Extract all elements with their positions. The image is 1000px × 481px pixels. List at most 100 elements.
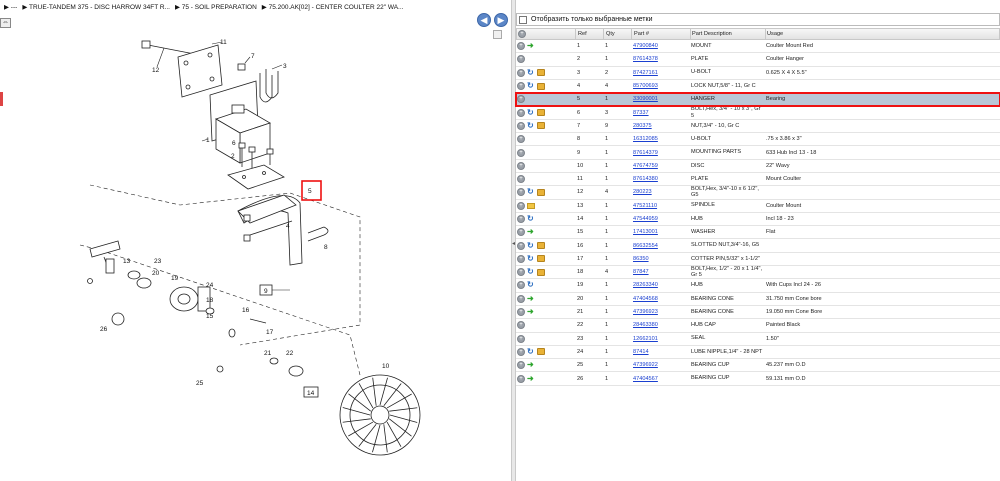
part-number-link-text[interactable]: 87414	[633, 349, 649, 355]
part-number-link[interactable]: 17413001	[633, 226, 691, 238]
part-number-link-text[interactable]: 87337	[633, 110, 649, 116]
replacement-arrow-icon[interactable]: ➜	[527, 308, 536, 316]
table-row[interactable]: + ↻ 12 4 280223 BOLT,Hex, 3/4"-10 x 6 1/2", G…	[516, 186, 1000, 200]
part-number-link[interactable]: 87614379	[633, 146, 691, 158]
part-number-link[interactable]: 33090001	[633, 93, 691, 105]
part-number-link-text[interactable]: 87614380	[633, 176, 658, 182]
part-number-link[interactable]: 47521110	[633, 200, 691, 212]
part-number-link-text[interactable]: 280223	[633, 189, 652, 195]
add-to-cart-icon[interactable]: +	[517, 188, 525, 197]
part-number-link-text[interactable]: 87614378	[633, 56, 658, 62]
callout-8[interactable]: 8	[324, 244, 328, 251]
callout-13[interactable]: 13	[123, 258, 131, 265]
part-number-link[interactable]: 85700693	[633, 80, 691, 92]
replacement-arrow-icon[interactable]: ➜	[527, 294, 536, 303]
callout-12[interactable]: 12	[152, 67, 160, 74]
add-to-cart-icon[interactable]: +	[517, 228, 525, 237]
replacement-arrow-icon[interactable]: ➜	[527, 228, 536, 236]
add-to-cart-icon[interactable]: +	[517, 334, 525, 343]
table-row[interactable]: + ↻ 18 4 87847 BOLT,Hex, 1/2" - 20 x 1 1/4", …	[516, 266, 1000, 280]
part-number-link[interactable]: 47404568	[633, 293, 691, 305]
part-number-link[interactable]: 87427161	[633, 67, 691, 79]
part-number-link[interactable]: 87614380	[633, 173, 691, 185]
package-icon[interactable]	[537, 242, 545, 250]
col-qty[interactable]: Qty	[606, 29, 628, 39]
add-to-cart-icon[interactable]: +	[517, 175, 525, 184]
add-to-cart-icon[interactable]: +	[517, 121, 525, 130]
part-number-link[interactable]: 47674759	[633, 160, 691, 172]
callout-21[interactable]: 21	[264, 350, 272, 357]
table-row[interactable]: +8 1 16312085 U-BOLT .75 x 3.86 x 3"	[516, 133, 1000, 147]
part-number-link[interactable]: 87414	[633, 346, 691, 358]
breadcrumb-item[interactable]: ▶ 75 - SOIL PREPARATION	[175, 3, 257, 11]
part-number-link[interactable]: 47544959	[633, 213, 691, 225]
replacement-arrow-icon[interactable]: ➜	[527, 42, 536, 50]
breadcrumb-item[interactable]: ▶ TRUE-TANDEM 375 - DISC HARROW 34FT R..…	[22, 3, 170, 11]
replacement-arrow-icon[interactable]: ➜	[527, 374, 536, 383]
table-row[interactable]: + ➜ 21 1 47396923 BEARING CONE 19.050 mm Cone …	[516, 306, 1000, 320]
part-number-link-text[interactable]: 17413001	[633, 229, 658, 235]
package-icon[interactable]	[537, 109, 545, 117]
add-to-cart-icon[interactable]: +	[517, 308, 525, 317]
add-to-cart-icon[interactable]: +	[517, 108, 525, 117]
table-row[interactable]: + ➜ 26 1 47404567 BEARING CUP 59.131 mm O.D	[516, 372, 1000, 386]
package-icon[interactable]	[537, 122, 545, 130]
part-number-link[interactable]: 28463380	[633, 319, 691, 331]
callout-16[interactable]: 16	[242, 307, 250, 314]
show-selected-checkbox[interactable]	[519, 15, 527, 24]
add-to-cart-icon[interactable]: +	[517, 215, 525, 223]
add-to-cart-icon[interactable]: +	[517, 68, 525, 77]
breadcrumb-item[interactable]: ▶ ---	[4, 3, 17, 11]
part-number-link-text[interactable]: 47544959	[633, 216, 658, 222]
part-number-link[interactable]: 28263340	[633, 279, 691, 291]
callout-14[interactable]: 14	[307, 390, 315, 397]
callout-10[interactable]: 10	[382, 363, 390, 370]
table-row[interactable]: +5 1 33090001 HANGER Bearing	[515, 92, 1000, 108]
diagram-corner-button[interactable]	[493, 30, 502, 39]
table-row[interactable]: +13 1 47521110 SPINDLE Coulter Mount	[516, 200, 1000, 213]
table-row[interactable]: + ➜ 20 1 47404568 BEARING CONE 31.750 mm Cone …	[516, 293, 1000, 306]
callout-6[interactable]: 6	[232, 140, 236, 147]
part-number-link[interactable]: 47396923	[633, 306, 691, 318]
add-to-cart-icon[interactable]: +	[517, 82, 525, 91]
callout-1[interactable]: 1	[206, 137, 210, 144]
add-to-cart-icon[interactable]: +	[517, 294, 525, 303]
part-number-link-text[interactable]: 47674759	[633, 163, 658, 169]
part-number-link[interactable]: 12662101	[633, 333, 691, 345]
part-number-link-text[interactable]: 47396922	[633, 362, 658, 368]
swap-icon[interactable]: ↻	[527, 215, 535, 223]
callout-11[interactable]: 11	[220, 39, 227, 46]
table-row[interactable]: + ↻ 24 1 87414 LUBE NIPPLE,1/4" - 28 NPT	[516, 346, 1000, 360]
swap-icon[interactable]: ↻	[527, 82, 535, 90]
table-row[interactable]: + ↻ 7 9 280375 NUT,3/4" - 10, Gr C	[516, 120, 1000, 134]
part-number-link[interactable]: 280375	[633, 120, 691, 132]
swap-icon[interactable]: ↻	[527, 188, 535, 196]
add-to-cart-icon[interactable]: +	[517, 241, 525, 250]
table-row[interactable]: +2 1 87614378 PLATE Coulter Hanger	[516, 53, 1000, 67]
package-icon[interactable]	[537, 82, 545, 90]
part-number-link-text[interactable]: 33090001	[633, 96, 658, 102]
table-row[interactable]: + ➜ 25 1 47396922 BEARING CUP 45.237 mm O.D	[516, 359, 1000, 373]
table-row[interactable]: + ↻ 17 1 86350 COTTER PIN,5/32" x 1-1/2"	[516, 253, 1000, 267]
swap-icon[interactable]: ↻	[527, 241, 535, 250]
swap-icon[interactable]: ↻	[527, 254, 535, 263]
table-row[interactable]: +22 1 28463380 HUB CAP Painted Black	[516, 319, 1000, 333]
part-number-link[interactable]: 86350	[633, 253, 691, 265]
callout-3[interactable]: 3	[283, 63, 287, 70]
swap-icon[interactable]: ↻	[527, 347, 535, 356]
table-row[interactable]: +10 1 47674759 DISC 22" Wavy	[516, 160, 1000, 173]
swap-icon[interactable]: ↻	[527, 268, 535, 276]
replacement-arrow-icon[interactable]: ➜	[527, 361, 536, 369]
callout-24[interactable]: 24	[206, 282, 214, 289]
table-row[interactable]: +11 1 87614380 PLATE Mount Coulter	[516, 173, 1000, 187]
part-number-link[interactable]: 47900840	[633, 40, 691, 52]
callout-5[interactable]: 5	[308, 188, 312, 195]
part-number-link[interactable]: 87337	[633, 106, 691, 118]
part-number-link-text[interactable]: 28463380	[633, 322, 658, 328]
splitter-grip-icon[interactable]: ◂	[512, 240, 515, 250]
table-row[interactable]: + ↻ 16 1 86632554 SLOTTED NUT,3/4"-16, G5	[516, 239, 1000, 253]
add-to-cart-icon[interactable]: +	[517, 361, 525, 370]
part-number-link[interactable]: 16312085	[633, 133, 691, 145]
add-to-cart-icon[interactable]: +	[517, 374, 525, 383]
callout-26[interactable]: 26	[100, 326, 108, 333]
